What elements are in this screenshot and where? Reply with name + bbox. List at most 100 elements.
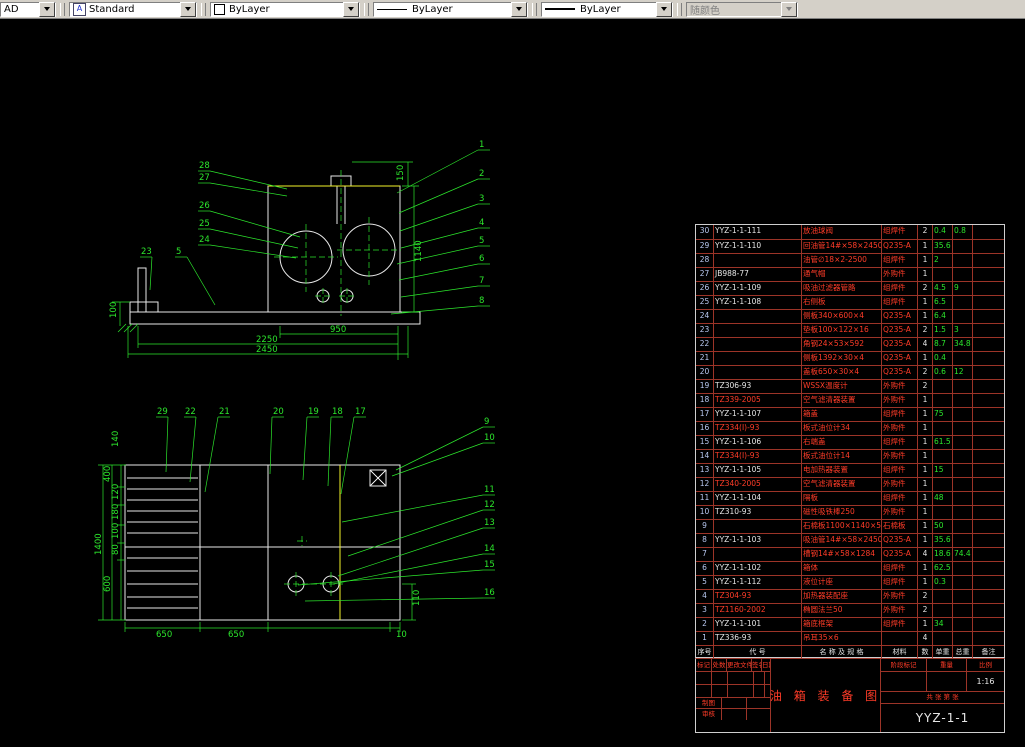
sheets-text: 共 张 第 张 (881, 692, 1004, 704)
misc-combo[interactable]: AD (0, 1, 56, 17)
dim-label: 100 (109, 302, 119, 318)
toolbar-grip[interactable] (364, 2, 369, 16)
bom-cell-w2 (952, 296, 972, 309)
bom-cell-code: YYZ-1-1-109 (713, 282, 801, 295)
balloon-label: 2 (479, 169, 484, 179)
bom-row: 5 YYZ-1-1-112 液位计座 组焊件 1 0.3 (696, 575, 1004, 589)
plan-view-lines (124, 464, 401, 621)
toolbar-grip[interactable] (532, 2, 537, 16)
bom-cell-qty: 1 (917, 576, 932, 589)
bom-cell-qty: 1 (917, 394, 932, 407)
drawing-number: YYZ-1-1 (915, 711, 970, 725)
bom-cell-num: 11 (699, 493, 710, 502)
dim-label: 10 (396, 630, 407, 640)
linetype-arrow-button[interactable] (511, 1, 527, 17)
bom-cell-name: 角钢24×53×592 (801, 338, 881, 351)
bom-cell-code: TZ334(I)-93 (713, 422, 801, 435)
toolbar-grip[interactable] (60, 2, 65, 16)
weight-label: 重量 (926, 659, 966, 671)
bom-cell-w2 (952, 576, 972, 589)
bom-cell-w1: 8.7 (932, 338, 952, 351)
dim-label: 400 (103, 466, 113, 482)
bom-cell-name: 右端盖 (801, 436, 881, 449)
bom-cell-note (972, 562, 1004, 575)
bom-cell-note (972, 604, 1004, 617)
bom-cell-name: 吊耳35×6 (801, 632, 881, 645)
bom-cell-note (972, 576, 1004, 589)
text-style-arrow-button[interactable] (180, 1, 196, 17)
balloon-label: 10 (484, 433, 495, 443)
balloon-label: 23 (141, 247, 152, 257)
bom-row: 18 TZ339-2005 空气滤清器装置 外购件 1 (696, 393, 1004, 407)
dim-label: 140 (111, 431, 121, 447)
lineweight-control-combo[interactable]: ByLayer (541, 1, 673, 17)
role-date-cell (746, 698, 770, 708)
bom-cell-code: TZ1160-2002 (713, 604, 801, 617)
bom-cell-code (713, 520, 801, 533)
bom-cell-code (713, 324, 801, 337)
bom-cell-qty: 1 (917, 562, 932, 575)
top-toolbar: AD A Standard ByLayer ByLayer ByLayer 随颜… (0, 0, 1025, 19)
bom-row: 26 YYZ-1-1-109 吸油过滤器管路 组焊件 2 4.5 9 (696, 281, 1004, 295)
bom-cell-w1 (932, 632, 952, 645)
stage-label: 阶段标记 (890, 661, 917, 669)
scale-label: 比例 (966, 659, 1004, 671)
bom-cell-qty: 1 (917, 520, 932, 533)
bom-cell-name: 通气帽 (801, 268, 881, 281)
bom-row: 3 TZ1160-2002 椭圆法兰50 外购件 2 (696, 603, 1004, 617)
bom-cell-w2 (952, 604, 972, 617)
bom-cell-num: 12 (699, 479, 710, 488)
bom-cell-w2: 74.4 (952, 548, 972, 561)
bom-cell-name: 椭圆法兰50 (801, 604, 881, 617)
bom-cell-qty: 1 (917, 268, 932, 281)
title-block-labels-row: 阶段标记 重量 比例 (881, 659, 1004, 672)
bom-cell-code (713, 254, 801, 267)
bom-cell-name: 隔板 (801, 492, 881, 505)
bom-cell-num: 30 (699, 226, 710, 235)
misc-combo-arrow-button[interactable] (39, 1, 55, 17)
plotstyle-control-combo: 随颜色 (686, 1, 798, 17)
bom-cell-num: 6 (702, 563, 707, 572)
dimension-lines (98, 161, 419, 632)
title-block-values-row: 1:16 (881, 672, 1004, 692)
bom-cell-mat: 组焊件 (881, 296, 917, 309)
balloon-label: 5 (479, 236, 484, 246)
bom-cell-code: YYZ-1-1-111 (713, 225, 801, 239)
bom-cell-w2 (952, 422, 972, 435)
bom-cell-name: 吸油过滤器管路 (801, 282, 881, 295)
bom-cell-w1: 6.5 (932, 296, 952, 309)
linetype-control-combo[interactable]: ByLayer (373, 1, 528, 17)
text-style-combo[interactable]: A Standard (69, 1, 197, 17)
bom-cell-note (972, 225, 1004, 239)
bom-cell-name: 侧板1392×30×4 (801, 352, 881, 365)
bom-cell-mat: 组焊件 (881, 562, 917, 575)
highlight-lines (268, 185, 400, 620)
dim-label: 100 (111, 523, 121, 539)
lineweight-arrow-button[interactable] (656, 1, 672, 17)
chevron-down-icon (661, 7, 667, 11)
bom-cell-num: 2 (702, 619, 707, 628)
bom-row: 19 TZ306-93 WSSX温度计 外购件 2 (696, 379, 1004, 393)
bom-cell-mat: 外购件 (881, 450, 917, 463)
bom-cell-num: 9 (702, 521, 707, 530)
bom-cell-note (972, 408, 1004, 421)
bom-cell-w2 (952, 632, 972, 645)
balloon-label: 17 (355, 407, 366, 417)
bom-row: 29 YYZ-1-1-110 回油管14#×58×2450 Q235-A 1 35.6 (696, 239, 1004, 253)
bom-cell-note (972, 422, 1004, 435)
bom-cell-name: 箱体 (801, 562, 881, 575)
bom-cell-w2 (952, 492, 972, 505)
bom-cell-code: YYZ-1-1-106 (713, 436, 801, 449)
color-control-arrow-button[interactable] (343, 1, 359, 17)
bom-cell-mat: Q235-A (881, 352, 917, 365)
front-view-circles (279, 223, 396, 303)
toolbar-grip[interactable] (201, 2, 206, 16)
color-control-combo[interactable]: ByLayer (210, 1, 360, 17)
bom-cell-w2 (952, 310, 972, 323)
toolbar-grip[interactable] (677, 2, 682, 16)
dim-label: 950 (330, 325, 346, 335)
bom-cell-code: TZ306-93 (713, 380, 801, 393)
bom-cell-num: 14 (699, 451, 710, 460)
color-swatch-icon (214, 3, 225, 15)
bom-cell-mat: 外购件 (881, 422, 917, 435)
